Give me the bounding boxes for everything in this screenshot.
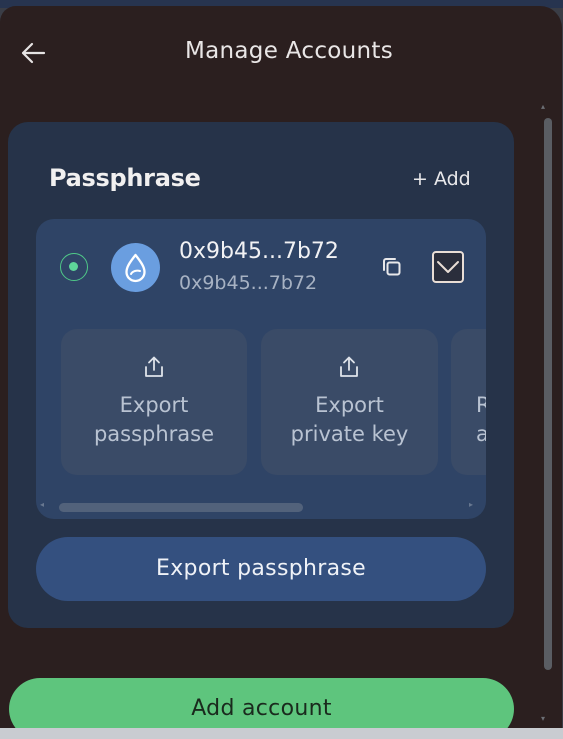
scroll-left-arrow[interactable]: ◂: [40, 500, 44, 509]
sui-droplet-icon: [125, 253, 146, 283]
avatar: [111, 243, 160, 292]
third-action-tile[interactable]: R a: [451, 329, 486, 475]
scroll-right-arrow[interactable]: ▸: [469, 500, 473, 509]
scroll-down-arrow[interactable]: ▾: [541, 714, 545, 723]
horizontal-scrollbar[interactable]: ◂ ▸: [36, 500, 486, 513]
export-passphrase-button[interactable]: Export passphrase: [36, 537, 486, 601]
account-address: 0x9b45...7b72: [179, 239, 339, 264]
export-passphrase-tile[interactable]: Export passphrase: [61, 329, 247, 475]
tile-label: Export private key: [290, 393, 409, 446]
account-checkbox[interactable]: [432, 251, 464, 283]
account-item: 0x9b45...7b72 0x9b45...7b72 Export passp…: [36, 219, 486, 519]
account-address-secondary: 0x9b45...7b72: [179, 272, 318, 294]
tile-label: Export passphrase: [93, 393, 215, 446]
add-button[interactable]: + Add: [412, 168, 471, 190]
export-private-key-tile[interactable]: Export private key: [261, 329, 438, 475]
vertical-scroll-thumb[interactable]: [544, 118, 552, 670]
page-title: Manage Accounts: [184, 38, 394, 64]
manage-accounts-panel: Manage Accounts Passphrase + Add 0x9b45.…: [0, 6, 562, 728]
section-title: Passphrase: [49, 164, 201, 192]
share-icon: [145, 356, 163, 377]
account-radio[interactable]: [60, 253, 88, 281]
scroll-up-arrow[interactable]: ▴: [541, 102, 545, 111]
checkmark-icon: [437, 261, 459, 273]
header: Manage Accounts: [0, 6, 562, 101]
add-account-button[interactable]: Add account: [9, 678, 514, 728]
copy-icon[interactable]: [380, 255, 404, 279]
passphrase-card: Passphrase + Add 0x9b45...7b72 0x9b45...…: [8, 122, 514, 628]
vertical-scrollbar[interactable]: [541, 118, 553, 678]
share-icon: [340, 356, 358, 377]
bottom-strip: [0, 728, 563, 739]
tile-label: R a: [476, 393, 486, 446]
horizontal-scroll-thumb[interactable]: [59, 503, 303, 512]
